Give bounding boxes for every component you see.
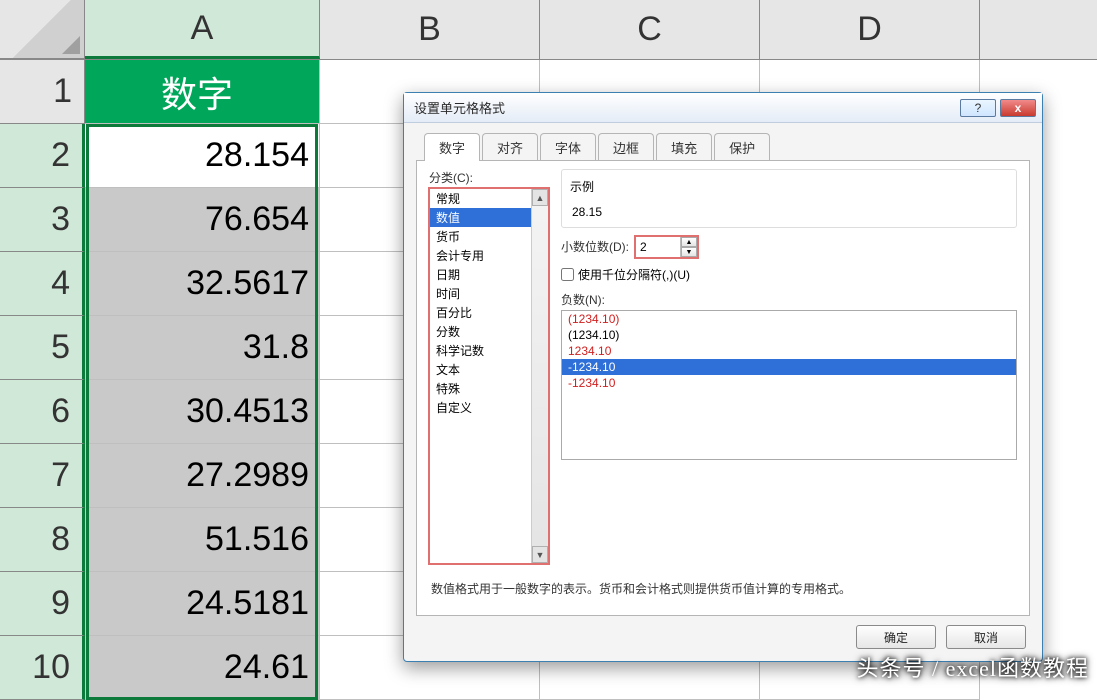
category-item[interactable]: 时间 [430,284,531,303]
thousands-checkbox-row[interactable]: 使用千位分隔符(,)(U) [561,266,1017,283]
row-header-7[interactable]: 7 [0,444,85,508]
decimal-label: 小数位数(D): [561,238,629,255]
dialog-title: 设置单元格格式 [414,98,505,117]
cell-A6[interactable]: 30.4513 [85,380,320,444]
ok-button[interactable]: 确定 [856,625,936,649]
column-header-D[interactable]: D [760,0,980,59]
category-item[interactable]: 货币 [430,227,531,246]
tab-font[interactable]: 字体 [540,133,596,161]
scrollbar[interactable]: ▲ ▼ [531,189,548,563]
scroll-up-icon[interactable]: ▲ [532,189,548,206]
cell-A4[interactable]: 32.5617 [85,252,320,316]
close-icon: x [1015,101,1022,115]
category-item[interactable]: 会计专用 [430,246,531,265]
negative-item[interactable]: (1234.10) [562,311,1016,327]
spin-up-icon[interactable]: ▲ [681,237,697,247]
sample-group: 示例 28.15 [561,169,1017,228]
row-header-1[interactable]: 1 [0,60,85,124]
format-description: 数值格式用于一般数字的表示。货币和会计格式则提供货币值计算的专用格式。 [429,576,1017,603]
decimal-input[interactable] [636,240,680,254]
watermark: 头条号 / excel函数教程 [856,651,1089,683]
scroll-down-icon[interactable]: ▼ [532,546,548,563]
spin-down-icon[interactable]: ▼ [681,247,697,257]
negative-list[interactable]: (1234.10)(1234.10)1234.10-1234.10-1234.1… [561,310,1017,460]
tab-fill[interactable]: 填充 [656,133,712,161]
cell-A2[interactable]: 28.154 [85,124,320,188]
tab-number[interactable]: 数字 [424,133,480,161]
sample-label: 示例 [570,178,1008,195]
category-item[interactable]: 分数 [430,322,531,341]
column-header-A[interactable]: A [85,0,320,59]
tab-border[interactable]: 边框 [598,133,654,161]
row-header-8[interactable]: 8 [0,508,85,572]
category-item[interactable]: 数值 [430,208,531,227]
cell-A7[interactable]: 27.2989 [85,444,320,508]
category-item[interactable]: 科学记数 [430,341,531,360]
cell-A1[interactable]: 数字 [85,60,320,124]
column-header-C[interactable]: C [540,0,760,59]
negative-item[interactable]: -1234.10 [562,375,1016,391]
category-item[interactable]: 日期 [430,265,531,284]
row-header-10[interactable]: 10 [0,636,85,700]
tab-alignment[interactable]: 对齐 [482,133,538,161]
close-button[interactable]: x [1000,99,1036,117]
row-header-5[interactable]: 5 [0,316,85,380]
category-label: 分类(C): [429,169,549,186]
cancel-button[interactable]: 取消 [946,625,1026,649]
negative-item[interactable]: 1234.10 [562,343,1016,359]
category-item[interactable]: 常规 [430,189,531,208]
negative-label: 负数(N): [561,291,1017,308]
help-button[interactable]: ? [960,99,996,117]
question-icon: ? [975,101,982,115]
category-item[interactable]: 百分比 [430,303,531,322]
row-header-4[interactable]: 4 [0,252,85,316]
cell-A3[interactable]: 76.654 [85,188,320,252]
column-headers-row: A B C D [0,0,1097,60]
category-item[interactable]: 自定义 [430,398,531,417]
row-header-9[interactable]: 9 [0,572,85,636]
column-header-B[interactable]: B [320,0,540,59]
thousands-checkbox[interactable] [561,268,574,281]
negative-item[interactable]: -1234.10 [562,359,1016,375]
thousands-label: 使用千位分隔符(,)(U) [578,266,690,283]
category-item[interactable]: 特殊 [430,379,531,398]
cell-A8[interactable]: 51.516 [85,508,320,572]
category-item[interactable]: 文本 [430,360,531,379]
row-header-2[interactable]: 2 [0,124,85,188]
row-headers: 1 2 3 4 5 6 7 8 9 10 [0,60,85,700]
format-cells-dialog: 设置单元格格式 ? x 数字 对齐 字体 边框 填充 保护 分类(C): 常规数… [403,92,1043,662]
category-list[interactable]: 常规数值货币会计专用日期时间百分比分数科学记数文本特殊自定义 ▲ ▼ [429,188,549,564]
dialog-titlebar[interactable]: 设置单元格格式 ? x [404,93,1042,123]
decimal-spinner[interactable]: ▲ ▼ [635,236,698,258]
dialog-tabs: 数字 对齐 字体 边框 填充 保护 [404,123,1042,161]
cell-A10[interactable]: 24.61 [85,636,320,700]
row-header-6[interactable]: 6 [0,380,85,444]
dialog-body: 分类(C): 常规数值货币会计专用日期时间百分比分数科学记数文本特殊自定义 ▲ … [416,160,1030,616]
select-all-corner[interactable] [0,0,85,59]
tab-protect[interactable]: 保护 [714,133,770,161]
sample-value: 28.15 [570,201,1008,219]
row-header-3[interactable]: 3 [0,188,85,252]
cell-A5[interactable]: 31.8 [85,316,320,380]
cell-A9[interactable]: 24.5181 [85,572,320,636]
negative-item[interactable]: (1234.10) [562,327,1016,343]
